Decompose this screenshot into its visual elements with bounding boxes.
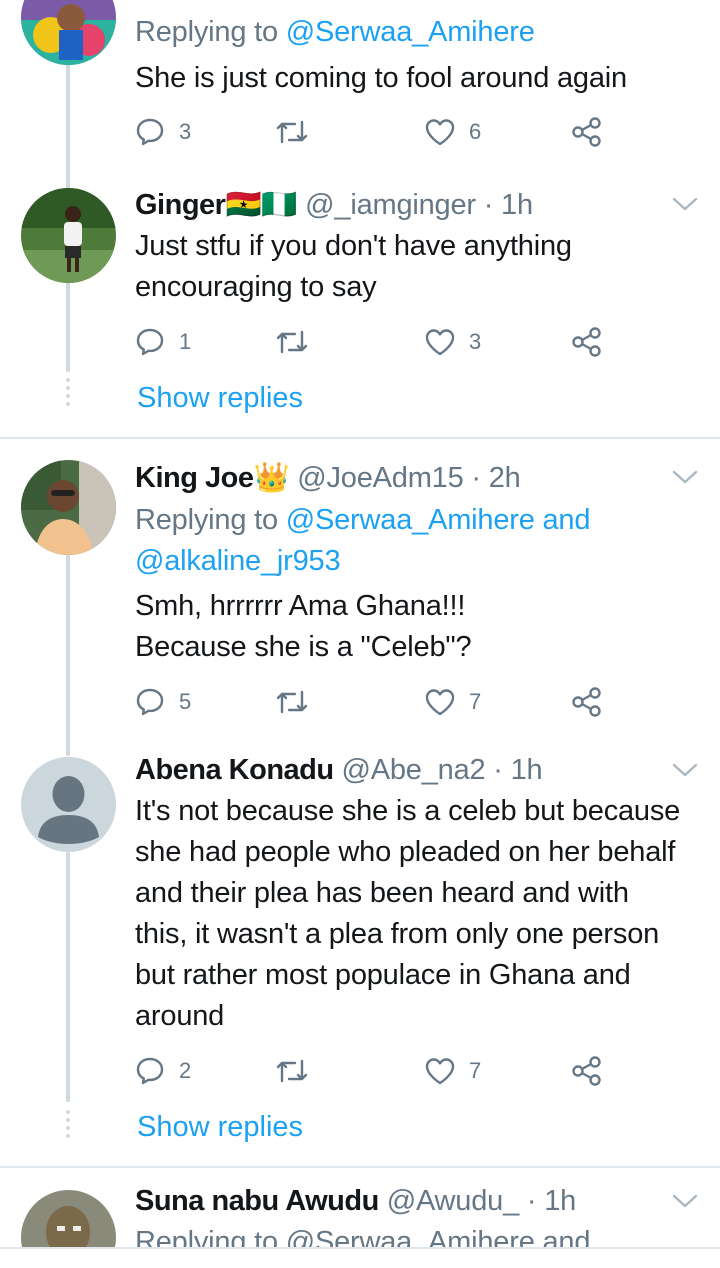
reply-icon [136,1057,164,1085]
mention-link[interactable]: @Serwaa_Amihere [286,504,535,536]
tweet-text: Just stfu if you don't have anything [135,230,572,262]
reply-count: 3 [179,119,192,144]
tweet-text: Smh, hrrrrrr Ama Ghana!!! [135,590,466,622]
tweet-header: King Joe👑 @JoeAdm15 · 2h [135,458,521,499]
like-button[interactable]: 7 [425,1051,481,1091]
mention-link[interactable]: @alkaline_jr953 [135,545,341,577]
tweet-actions: 2 7 [135,1051,615,1091]
divider [0,437,720,439]
show-replies-link[interactable]: Show replies [137,380,303,416]
retweet-icon [276,330,308,354]
avatar[interactable] [21,188,116,283]
reply-count: 2 [179,1058,192,1083]
like-count: 7 [469,1058,482,1083]
retweet-button[interactable] [275,1051,309,1091]
share-button[interactable] [571,322,603,362]
avatar[interactable] [21,460,116,555]
reply-button[interactable]: 3 [135,112,191,152]
like-count: 7 [469,689,482,714]
retweet-icon [276,1059,308,1083]
handle-time[interactable]: @JoeAdm15 · 2h [297,462,521,494]
like-button[interactable]: 3 [425,322,481,362]
retweet-icon [276,120,308,144]
handle-time[interactable]: @Awudu_ · 1h [387,1185,577,1217]
display-name[interactable]: King Joe [135,462,254,494]
share-button[interactable] [571,1051,603,1091]
tweet-text: around [135,1000,225,1032]
reply-button[interactable]: 5 [135,682,191,722]
reply-thread: Replying to @Serwaa_Amihere She is just … [0,0,720,1268]
tweet-text: this, it wasn't a plea from only one per… [135,918,660,950]
tweet-header: Suna nabu Awudu @Awudu_ · 1h [135,1181,576,1222]
reply-icon [136,688,164,716]
tweet-text: and their plea has been heard and with [135,877,629,909]
avatar[interactable] [21,0,116,65]
heart-icon [425,329,455,356]
crown-emoji: 👑 [253,462,290,494]
chevron-down-icon[interactable] [672,196,698,212]
chevron-down-icon[interactable] [672,762,698,778]
tweet-text: She is just coming to fool around again [135,62,627,94]
tweet-actions: 1 3 [135,322,615,362]
tweet-text: she had people who pleaded on her behalf [135,836,676,868]
retweet-button[interactable] [275,682,309,722]
retweet-icon [276,690,308,714]
reply-count: 5 [179,689,192,714]
thread-line [66,552,70,756]
retweet-button[interactable] [275,112,309,152]
tweet-text: but rather most populace in Ghana and [135,959,631,991]
mention-link[interactable]: @Serwaa_Amihere [286,16,535,48]
like-count: 6 [469,119,482,144]
thread-gap-indicator [65,1110,71,1142]
default-avatar[interactable] [21,757,116,852]
tweet-text: encouraging to say [135,271,377,303]
tweet-actions: 3 6 [135,112,615,152]
reply-button[interactable]: 1 [135,322,191,362]
heart-icon [425,1058,455,1085]
reply-icon [136,118,164,146]
heart-icon [425,689,455,716]
handle-time[interactable]: @Abe_na2 · 1h [341,754,542,786]
share-icon [572,117,601,147]
like-button[interactable]: 6 [425,112,481,152]
replying-to: Replying to @Serwaa_Amihere and [135,504,591,536]
replying-to: Replying to @Serwaa_Amihere [135,16,535,48]
display-name[interactable]: Abena Konadu [135,754,334,786]
reply-icon [136,328,164,356]
heart-icon [425,119,455,146]
display-name[interactable]: Suna nabu Awudu [135,1185,379,1217]
bottom-bar [0,1247,720,1268]
share-icon [572,327,601,357]
reply-count: 1 [179,329,192,354]
display-name[interactable]: Ginger [135,189,226,221]
thread-line [66,852,70,1102]
like-count: 3 [469,329,482,354]
chevron-down-icon[interactable] [672,1193,698,1209]
share-button[interactable] [571,112,603,152]
tweet-text: Because she is a "Celeb"? [135,631,472,663]
divider [0,1166,720,1168]
share-icon [572,1056,601,1086]
replying-to-continued: @alkaline_jr953 [135,541,341,582]
share-button[interactable] [571,682,603,722]
show-replies-link[interactable]: Show replies [137,1109,303,1145]
retweet-button[interactable] [275,322,309,362]
chevron-down-icon[interactable] [672,469,698,485]
thread-gap-indicator [65,378,71,410]
flag-emoji: 🇬🇭🇳🇬 [225,189,298,221]
handle-time[interactable]: @_iamginger · 1h [305,189,533,221]
tweet-actions: 5 7 [135,682,615,722]
reply-button[interactable]: 2 [135,1051,191,1091]
share-icon [572,687,601,717]
tweet-header: Ginger🇬🇭🇳🇬 @_iamginger · 1h [135,185,533,226]
like-button[interactable]: 7 [425,682,481,722]
tweet-text: It's not because she is a celeb but beca… [135,795,681,827]
tweet-header: Abena Konadu @Abe_na2 · 1h [135,750,543,791]
